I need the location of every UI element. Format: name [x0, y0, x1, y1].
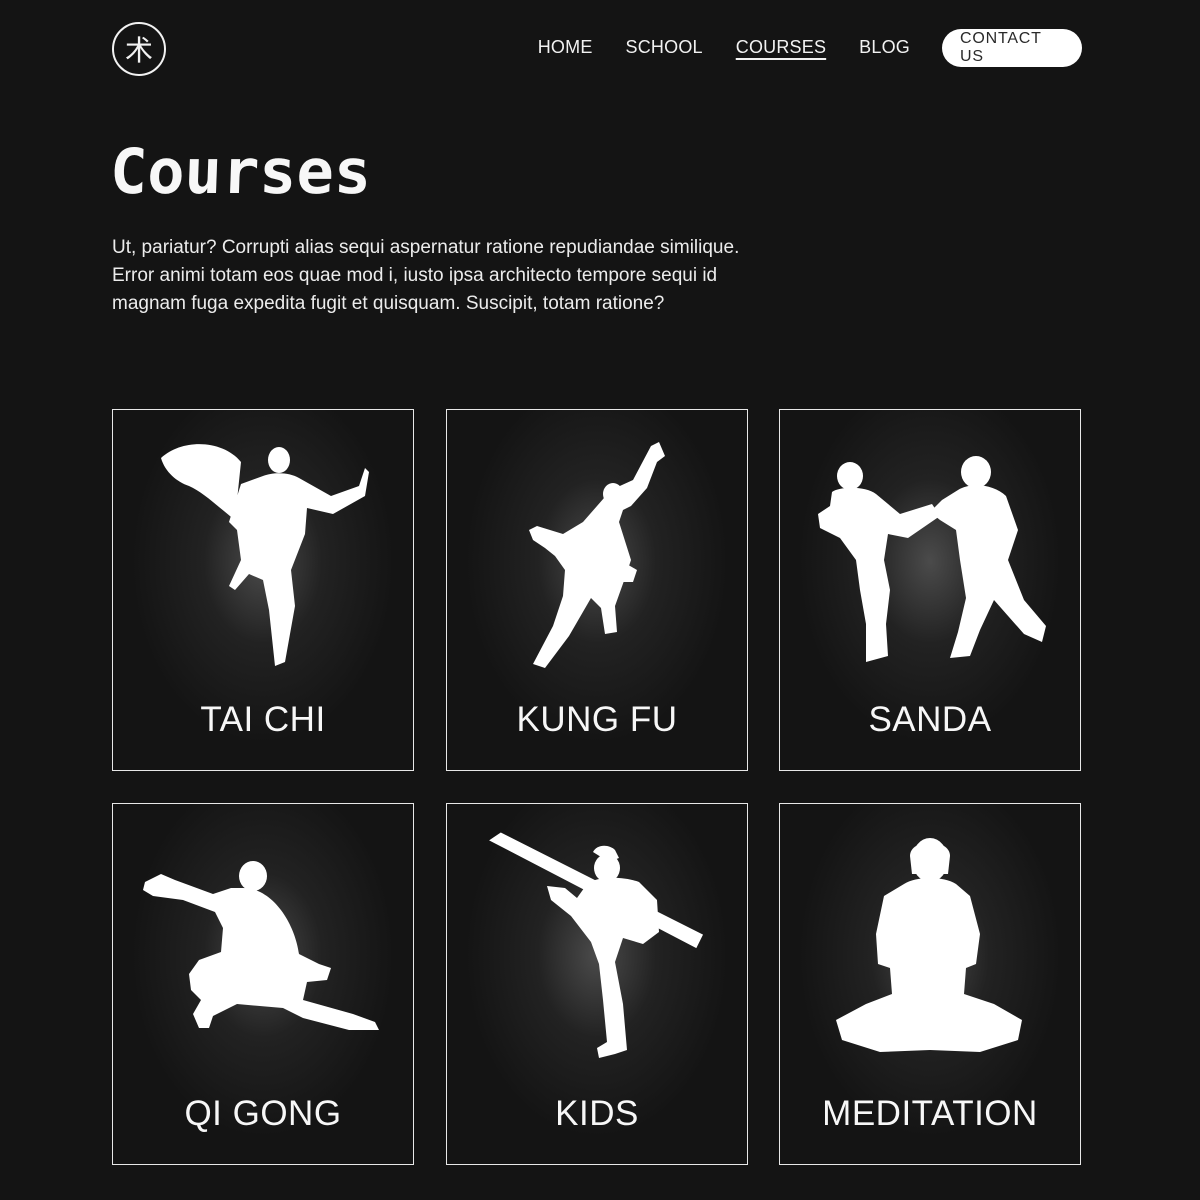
- main-nav: HOME SCHOOL COURSES BLOG CONTACT US: [505, 28, 1082, 68]
- nav-blog-link[interactable]: BLOG: [859, 37, 910, 60]
- meditation-silhouette-icon: [836, 838, 1022, 1052]
- nav-home-link[interactable]: HOME: [538, 37, 593, 60]
- page: 术 HOME SCHOOL COURSES BLOG CONTACT US Co…: [0, 0, 1200, 1200]
- course-label: KUNG FU: [516, 700, 678, 739]
- page-title: Courses: [108, 135, 373, 208]
- course-card-tai-chi[interactable]: TAI CHI: [112, 409, 414, 771]
- course-label: SANDA: [868, 700, 992, 739]
- course-card-qi-gong[interactable]: QI GONG: [112, 803, 414, 1165]
- course-label: QI GONG: [184, 1094, 342, 1133]
- kung-fu-silhouette-icon: [529, 442, 665, 668]
- course-card-kids[interactable]: KIDS: [446, 803, 748, 1165]
- tai-chi-silhouette-icon: [161, 444, 369, 666]
- course-label: MEDITATION: [822, 1094, 1038, 1133]
- course-card-sanda[interactable]: SANDA: [779, 409, 1081, 771]
- contact-us-button[interactable]: CONTACT US: [942, 29, 1082, 67]
- qi-gong-silhouette-icon: [143, 861, 379, 1030]
- sanda-silhouette-icon: [818, 456, 1046, 662]
- course-label: TAI CHI: [200, 700, 326, 739]
- nav-courses-link[interactable]: COURSES: [736, 37, 826, 60]
- course-label: KIDS: [555, 1094, 639, 1133]
- course-card-meditation[interactable]: MEDITATION: [779, 803, 1081, 1165]
- course-card-kung-fu[interactable]: KUNG FU: [446, 409, 748, 771]
- nav-school-link[interactable]: SCHOOL: [626, 37, 703, 60]
- intro-paragraph: Ut, pariatur? Corrupti alias sequi asper…: [112, 237, 740, 314]
- kids-silhouette-icon: [489, 832, 704, 1058]
- logo-icon[interactable]: 术: [112, 22, 166, 76]
